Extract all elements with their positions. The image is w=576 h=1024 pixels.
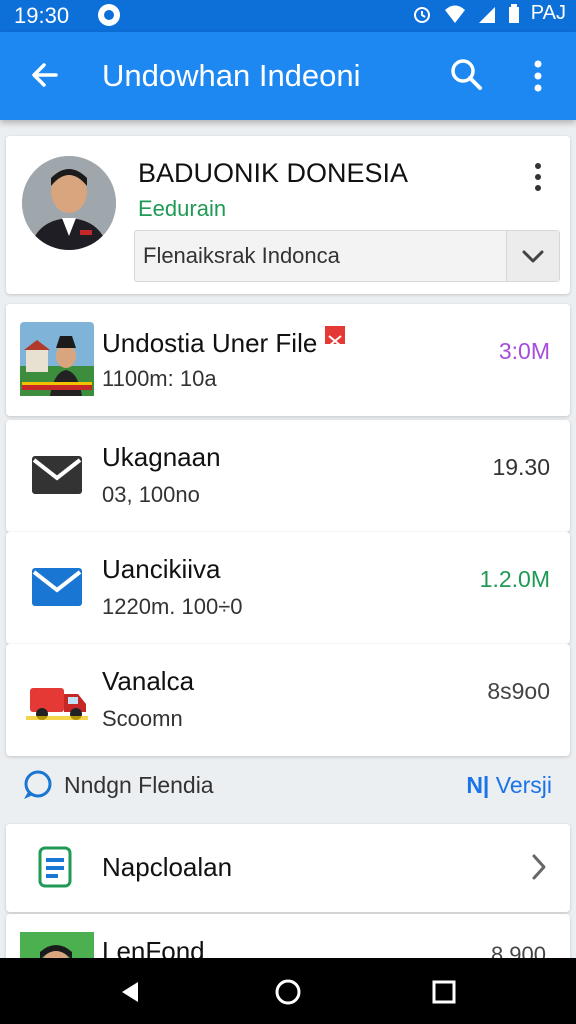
list-item-title: Vanalca	[102, 666, 195, 696]
thumbnail-image-icon	[20, 322, 94, 396]
alarm-icon	[413, 6, 430, 23]
list-item-subtitle: 1100m: 10a	[102, 366, 217, 391]
nav-recents-icon[interactable]	[430, 978, 458, 1006]
list-item-meta: 8s9o0	[487, 678, 550, 704]
section-label: Nndgn Flendia	[64, 772, 214, 798]
app-notification-icon	[98, 4, 120, 26]
dropdown-value: Flenaiksrak Indonca	[143, 243, 340, 268]
system-nav-bar	[0, 958, 576, 1024]
profile-card: BADUONIK DONESIA Eedurain Flenaiksrak In…	[6, 136, 570, 294]
section-header: Nndgn Flendia N| Versji	[20, 766, 556, 806]
list-item[interactable]: Uancikiiva 1220m. 100÷0 1.2.0M	[6, 532, 570, 644]
nav-item[interactable]: Napcloalan	[6, 824, 570, 912]
list-item-subtitle: Scoomn	[102, 706, 183, 731]
wifi-icon	[444, 5, 465, 23]
more-vert-icon[interactable]	[526, 56, 550, 96]
list-item-title: Ukagnaan	[102, 442, 221, 472]
profile-name: BADUONIK DONESIA	[138, 158, 409, 188]
chevron-right-icon	[532, 854, 546, 880]
status-time: 19:30	[14, 3, 70, 28]
profile-dropdown[interactable]: Flenaiksrak Indonca	[134, 230, 560, 282]
app-bar: Undowhan Indeoni	[0, 32, 576, 120]
search-icon[interactable]	[448, 56, 486, 94]
status-carrier: PAJ	[530, 2, 566, 24]
mail-blue-icon	[32, 568, 82, 606]
battery-icon	[508, 3, 519, 23]
list-item[interactable]: Undostia Uner File 1100m: 10a 3:0M	[6, 304, 570, 416]
page-title: Undowhan Indeoni	[102, 58, 361, 93]
version-link[interactable]: N| Versji	[466, 772, 552, 799]
chat-bubble-icon	[24, 770, 52, 799]
truck-icon	[26, 688, 88, 720]
list-item-subtitle: 1220m. 100÷0	[102, 594, 243, 619]
list-item-title: Uancikiiva	[102, 554, 221, 584]
signal-icon	[478, 6, 495, 23]
list-item-subtitle: 03, 100no	[102, 482, 200, 507]
list-item-title: Undostia Uner File	[102, 326, 345, 359]
list-item-meta: 1.2.0M	[479, 566, 550, 592]
nav-back-icon[interactable]	[116, 978, 144, 1006]
profile-role: Eedurain	[138, 196, 227, 221]
avatar-photo-icon	[22, 156, 116, 250]
error-badge-icon	[324, 326, 345, 347]
avatar[interactable]	[22, 156, 116, 250]
dropdown-caret[interactable]	[506, 231, 559, 281]
mail-icon	[32, 456, 82, 494]
version-icon: N|	[466, 772, 490, 798]
list-item-meta: 3:0M	[498, 338, 550, 364]
document-icon	[38, 846, 72, 888]
more-vert-icon[interactable]	[528, 160, 548, 194]
list-item[interactable]: Ukagnaan 03, 100no 19.30	[6, 420, 570, 532]
nav-home-icon[interactable]	[274, 978, 302, 1006]
status-bar: 19:30 PAJ	[0, 0, 576, 32]
nav-item-label: Napcloalan	[102, 852, 233, 882]
status-icons: PAJ	[411, 2, 566, 25]
list-item[interactable]: Vanalca Scoomn 8s9o0	[6, 644, 570, 756]
arrow-back-icon[interactable]	[26, 56, 64, 94]
list-item-meta: 19.30	[492, 454, 550, 480]
chevron-down-icon	[522, 250, 544, 263]
